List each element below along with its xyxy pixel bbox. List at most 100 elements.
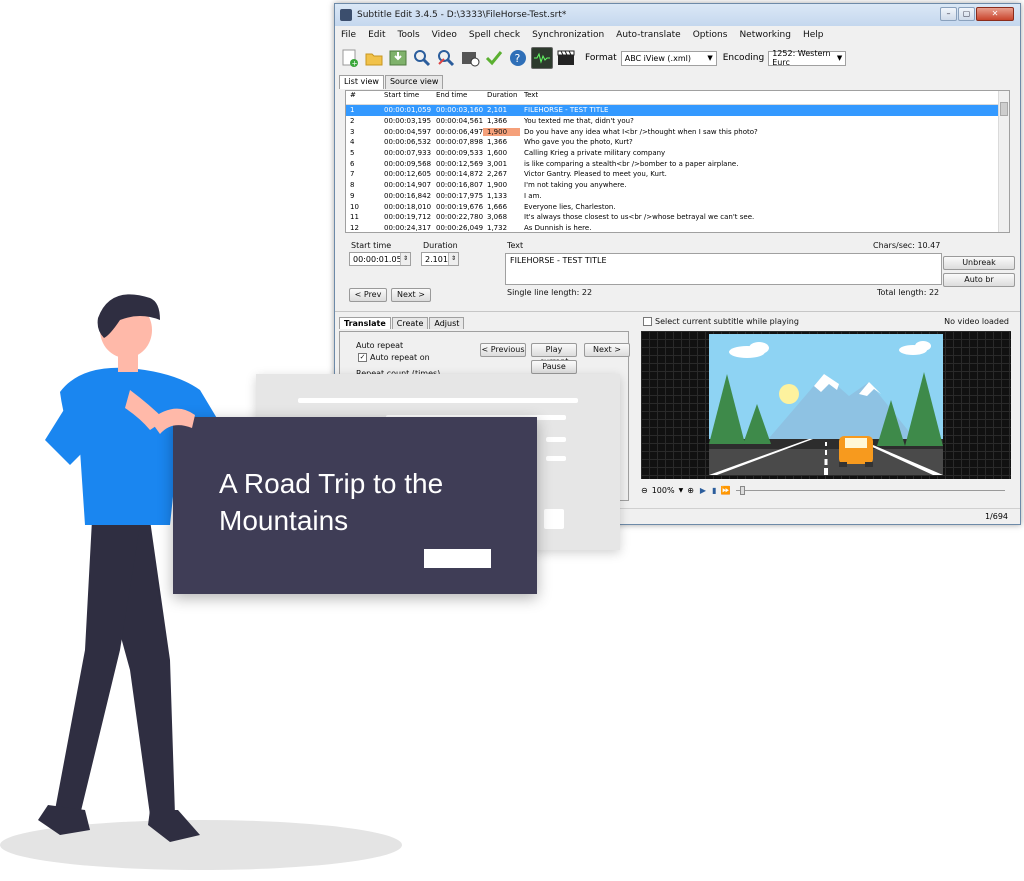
cell-duration: 3,001 (487, 159, 508, 168)
cell-text: Victor Gantry. Pleased to meet you, Kurt… (524, 170, 667, 179)
cell-number: 7 (350, 170, 355, 179)
tab-create[interactable]: Create (391, 317, 429, 329)
next-translate-button[interactable]: Next > (584, 343, 630, 357)
menu-help[interactable]: Help (803, 30, 824, 40)
chevron-down-icon[interactable]: ▼ (679, 487, 684, 494)
auto-repeat-label: Auto repeat on (370, 353, 430, 362)
table-row[interactable]: 3 00:00:04,597 00:00:06,497 1,900 Do you hav… (346, 126, 1009, 137)
open-folder-icon[interactable] (363, 47, 385, 69)
table-row[interactable]: 2 00:00:03,195 00:00:04,561 1,366 You texted… (346, 116, 1009, 127)
waveform-icon[interactable] (531, 47, 553, 69)
cell-text: Who gave you the photo, Kurt? (524, 138, 633, 147)
column-start-time[interactable]: Start time (380, 91, 432, 104)
help-icon[interactable]: ? (507, 47, 529, 69)
prev-button[interactable]: < Prev (349, 288, 387, 302)
table-row[interactable]: 12 00:00:24,317 00:00:26,049 1,732 As Dunnis… (346, 223, 1009, 232)
minimize-button[interactable]: – (940, 7, 957, 21)
tab-list-view[interactable]: List view (339, 75, 384, 89)
subtitle-text-input[interactable]: FILEHORSE - TEST TITLE (505, 253, 942, 285)
select-current-checkbox[interactable]: Select current subtitle while playing (643, 317, 799, 326)
menu-networking[interactable]: Networking (739, 30, 791, 40)
cell-start-time: 00:00:04,597 (384, 127, 432, 136)
cell-number: 2 (350, 117, 355, 126)
replace-icon[interactable] (435, 47, 457, 69)
cell-start-time: 00:00:19,712 (384, 213, 432, 222)
cell-start-time: 00:00:16,842 (384, 191, 432, 200)
cell-start-time: 00:00:01,059 (384, 106, 432, 115)
spinner-icon[interactable]: ⇕ (400, 253, 410, 265)
table-row[interactable]: 1 00:00:01,059 00:00:03,160 2,101 FILEHORSE … (346, 105, 1009, 116)
cell-end-time: 00:00:03,160 (436, 106, 483, 115)
table-row[interactable]: 11 00:00:19,712 00:00:22,780 3,068 It's alwa… (346, 212, 1009, 223)
zoom-out-icon[interactable]: ⊖ (641, 486, 648, 495)
column-text[interactable]: Text (520, 91, 990, 104)
table-row[interactable]: 9 00:00:16,842 00:00:17,975 1,133 I am. (346, 191, 1009, 202)
play-current-button[interactable]: Play current (531, 343, 577, 366)
cell-duration: 1,600 (487, 149, 508, 158)
new-file-icon[interactable]: + (339, 47, 361, 69)
checkbox-icon[interactable] (643, 317, 652, 326)
subtitle-list[interactable]: # Start time End time Duration Text 1 00:… (345, 90, 1010, 233)
menu-spell-check[interactable]: Spell check (469, 30, 520, 40)
position-slider[interactable] (736, 485, 1005, 495)
duration-input[interactable]: 2.101 ⇕ (421, 252, 459, 266)
next-button[interactable]: Next > (391, 288, 431, 302)
pause-button[interactable]: Pause (531, 360, 577, 374)
svg-text:?: ? (515, 52, 521, 65)
save-icon[interactable] (387, 47, 409, 69)
slider-thumb[interactable] (740, 485, 746, 495)
cell-number: 10 (350, 202, 359, 211)
tab-adjust[interactable]: Adjust (429, 317, 465, 329)
table-row[interactable]: 8 00:00:14,907 00:00:16,807 1,900 I'm not ta… (346, 180, 1009, 191)
menu-edit[interactable]: Edit (368, 30, 385, 40)
menu-auto-translate[interactable]: Auto-translate (616, 30, 681, 40)
button-placeholder (544, 509, 564, 529)
video-clapper-icon[interactable] (555, 47, 577, 69)
column-end-time[interactable]: End time (432, 91, 483, 104)
auto-repeat-checkbox[interactable]: ✓ Auto repeat on (358, 353, 430, 362)
zoom-in-icon[interactable]: ⊕ (687, 486, 694, 495)
spinner-icon[interactable]: ⇕ (448, 253, 458, 265)
format-select[interactable]: ABC iView (.xml) ▼ (620, 50, 717, 66)
video-player[interactable] (641, 331, 1011, 479)
scrollbar-thumb[interactable] (1000, 102, 1008, 116)
menu-synchronization[interactable]: Synchronization (532, 30, 604, 40)
maximize-button[interactable]: ▢ (958, 7, 975, 21)
encoding-select[interactable]: 1252: Western Eurc ▼ (768, 49, 847, 67)
stop-icon[interactable]: ▮ (712, 486, 716, 495)
svg-text:+: + (352, 60, 358, 68)
visual-sync-icon[interactable] (459, 47, 481, 69)
tab-translate[interactable]: Translate (339, 317, 391, 329)
column-number[interactable]: # (346, 91, 380, 104)
zoom-value[interactable]: 100% (652, 486, 675, 495)
cell-duration: 1,366 (487, 117, 508, 126)
find-icon[interactable] (411, 47, 433, 69)
menu-tools[interactable]: Tools (398, 30, 420, 40)
start-time-input[interactable]: 00:00:01.059 ⇕ (349, 252, 411, 266)
cell-text: Do you have any idea what I<br />thought… (524, 127, 758, 136)
auto-br-button[interactable]: Auto br (943, 273, 1015, 287)
table-row[interactable]: 6 00:00:09,568 00:00:12,569 3,001 is like co… (346, 158, 1009, 169)
list-scrollbar[interactable] (998, 91, 1009, 232)
previous-button[interactable]: < Previous (480, 343, 526, 357)
menu-file[interactable]: File (341, 30, 356, 40)
checkbox-checked-icon[interactable]: ✓ (358, 353, 367, 362)
tab-source-view[interactable]: Source view (384, 75, 444, 89)
road-trip-video-frame (709, 334, 943, 475)
cell-number: 3 (350, 127, 355, 136)
fast-forward-icon[interactable]: ⏩ (720, 486, 730, 495)
column-duration[interactable]: Duration (483, 91, 520, 104)
pane-divider[interactable] (335, 311, 1020, 312)
unbreak-button[interactable]: Unbreak (943, 256, 1015, 270)
cell-duration: 3,068 (487, 213, 508, 222)
list-header: # Start time End time Duration Text (346, 91, 1009, 105)
play-icon[interactable]: ▶ (700, 486, 706, 495)
table-row[interactable]: 4 00:00:06,532 00:00:07,898 1,366 Who gave y… (346, 137, 1009, 148)
table-row[interactable]: 7 00:00:12,605 00:00:14,872 2,267 Victor Gan… (346, 169, 1009, 180)
menu-options[interactable]: Options (693, 30, 728, 40)
menu-video[interactable]: Video (432, 30, 457, 40)
table-row[interactable]: 5 00:00:07,933 00:00:09,533 1,600 Calling Kr… (346, 148, 1009, 159)
spell-check-icon[interactable] (483, 47, 505, 69)
close-button[interactable]: ✕ (976, 7, 1014, 21)
table-row[interactable]: 10 00:00:18,010 00:00:19,676 1,666 Everyone … (346, 201, 1009, 212)
